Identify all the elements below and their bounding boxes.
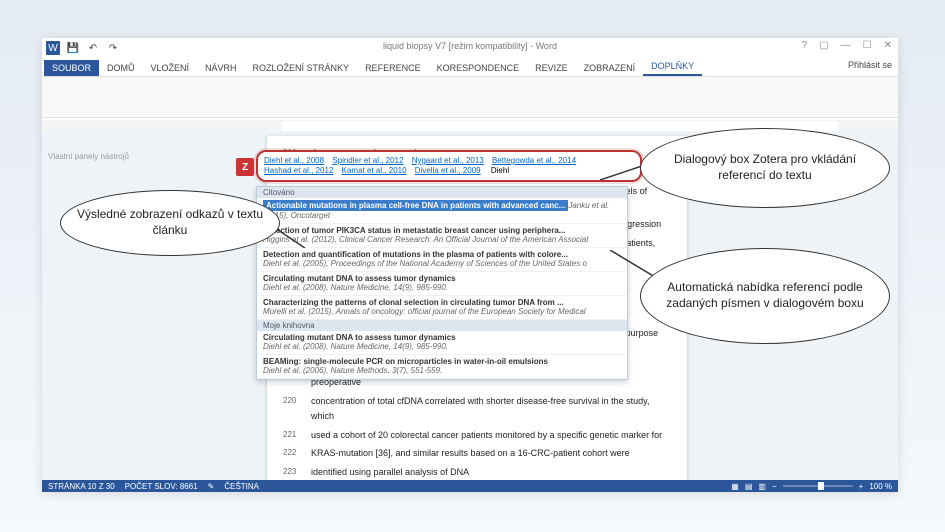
tab-insert[interactable]: VLOŽENÍ — [143, 60, 198, 76]
help-icon[interactable]: ? — [802, 40, 808, 51]
suggestion-sub: Diehl et al. (2008), Nature Medicine, 14… — [263, 342, 448, 351]
suggestion-item[interactable]: Circulating mutant DNA to assess tumor d… — [257, 272, 627, 296]
suggestion-item[interactable]: Detection and quantification of mutation… — [257, 248, 627, 272]
body-text: concentration of total cfDNA correlated … — [311, 396, 650, 421]
tab-home[interactable]: DOMŮ — [99, 60, 143, 76]
status-language[interactable]: ČEŠTINA — [224, 482, 259, 491]
zotero-icon: Z — [236, 158, 254, 176]
status-words[interactable]: POČET SLOV: 8661 — [125, 482, 198, 491]
callout-text: Automatická nabídka referencí podle zada… — [655, 280, 875, 311]
suggestion-sub: Diehl et al. (2006), Nature Methods, 3(7… — [263, 366, 442, 375]
line-number: 221 — [283, 428, 296, 441]
redo-icon[interactable]: ↷ — [106, 41, 120, 55]
status-page[interactable]: STRÁNKA 10 Z 30 — [48, 482, 115, 491]
suggestion-item[interactable]: Circulating mutant DNA to assess tumor d… — [257, 331, 627, 355]
zotero-cites-bubble: Diehl et al., 2008 Spindler et al., 2012… — [264, 156, 634, 176]
minimize-icon[interactable]: — — [841, 40, 851, 51]
title-bar: W 💾 ↶ ↷ liquid biopsy V7 [režim kompatib… — [42, 38, 898, 58]
body-text: used a cohort of 20 colorectal cancer pa… — [311, 430, 662, 440]
suggest-section-library: Moje knihovna — [257, 320, 627, 331]
zoom-value[interactable]: 100 % — [869, 482, 892, 491]
tab-file[interactable]: SOUBOR — [44, 60, 99, 76]
zotero-search-input[interactable] — [489, 165, 525, 176]
suggestion-title: Actionable mutations in plasma cell-free… — [263, 200, 568, 211]
callout-text: Výsledné zobrazení odkazů v textu článku — [75, 207, 265, 238]
tab-page-layout[interactable]: ROZLOŽENÍ STRÁNKY — [245, 60, 358, 76]
callout-text: Dialogový box Zotera pro vkládání refere… — [655, 152, 875, 183]
cite-chip[interactable]: Nygaard et al., 2013 — [412, 156, 484, 165]
suggestion-sub: Diehl et al. (2005), Proceedings of the … — [263, 259, 587, 268]
ribbon-collapse-icon[interactable]: ▢ — [819, 40, 828, 51]
zotero-suggestions: Citováno Actionable mutations in plasma … — [256, 186, 628, 380]
spellcheck-icon[interactable]: ✎ — [208, 482, 215, 491]
panels-caption: Vlastní panely nástrojů — [48, 152, 129, 161]
suggestion-sub: Morelli et al. (2015), Annals of oncolog… — [263, 307, 586, 316]
tab-references[interactable]: REFERENCE — [357, 60, 429, 76]
status-bar: STRÁNKA 10 Z 30 POČET SLOV: 8661 ✎ ČEŠTI… — [42, 480, 898, 492]
line-number: 220 — [283, 394, 296, 407]
body-text: identified using parallel analysis of DN… — [311, 467, 469, 477]
line-number: 222 — [283, 446, 296, 459]
close-icon[interactable]: ✕ — [884, 40, 892, 51]
zoom-out-icon[interactable]: − — [772, 482, 777, 491]
suggestion-item[interactable]: Characterizing the patterns of clonal se… — [257, 296, 627, 320]
save-icon[interactable]: 💾 — [66, 41, 80, 55]
line-number: 223 — [283, 465, 296, 478]
callout-dialog: Dialogový box Zotera pro vkládání refere… — [640, 128, 890, 208]
tab-addins[interactable]: DOPLŇKY — [643, 58, 702, 76]
view-read-icon[interactable]: ▦ — [731, 482, 739, 491]
word-icon: W — [46, 41, 60, 55]
quick-access-toolbar: W 💾 ↶ ↷ — [42, 38, 124, 58]
cite-chip[interactable]: Diehl et al., 2008 — [264, 156, 324, 165]
maximize-icon[interactable]: ☐ — [863, 40, 872, 51]
tab-review[interactable]: REVIZE — [527, 60, 576, 76]
ribbon-tabs: SOUBOR DOMŮ VLOŽENÍ NÁVRH ROZLOŽENÍ STRÁ… — [42, 58, 898, 77]
cite-chip[interactable]: Hashad et al., 2012 — [264, 166, 333, 175]
callout-suggest: Automatická nabídka referencí podle zada… — [640, 248, 890, 344]
cite-chip[interactable]: Kamat et al., 2010 — [342, 166, 407, 175]
suggestion-item[interactable]: Actionable mutations in plasma cell-free… — [257, 198, 627, 224]
view-print-icon[interactable]: ▤ — [745, 482, 753, 491]
tab-view[interactable]: ZOBRAZENÍ — [576, 60, 644, 76]
body-text: KRAS-mutation [36], and similar results … — [311, 448, 630, 458]
zoom-in-icon[interactable]: + — [859, 482, 864, 491]
suggestion-title: Characterizing the patterns of clonal se… — [263, 298, 621, 307]
suggest-section-cited: Citováno — [257, 187, 627, 198]
cite-chip[interactable]: Spindler et al., 2012 — [332, 156, 403, 165]
window-controls: ? ▢ — ☐ ✕ — [802, 40, 892, 51]
tab-design[interactable]: NÁVRH — [197, 60, 245, 76]
suggestion-title: Detection and quantification of mutation… — [263, 250, 621, 259]
callout-result: Výsledné zobrazení odkazů v textu článku — [60, 190, 280, 256]
suggestion-title: BEAMing: single-molecule PCR on micropar… — [263, 357, 621, 366]
cite-chip[interactable]: Bettegowda et al., 2014 — [492, 156, 576, 165]
zotero-citation-dialog[interactable]: Z Diehl et al., 2008 Spindler et al., 20… — [256, 150, 642, 182]
suggestion-sub: Higgins et al. (2012), Clinical Cancer R… — [263, 235, 588, 244]
suggestion-title: Circulating mutant DNA to assess tumor d… — [263, 274, 621, 283]
suggestion-sub: Diehl et al. (2008), Nature Medicine, 14… — [263, 283, 448, 292]
signin-link[interactable]: Přihlásit se — [848, 60, 892, 70]
tab-mailings[interactable]: KORESPONDENCE — [429, 60, 528, 76]
undo-icon[interactable]: ↶ — [86, 41, 100, 55]
view-web-icon[interactable]: ▥ — [758, 482, 766, 491]
suggestion-item[interactable]: Detection of tumor PIK3CA status in meta… — [257, 224, 627, 248]
suggestion-item[interactable]: BEAMing: single-molecule PCR on micropar… — [257, 355, 627, 379]
suggestion-title: Detection of tumor PIK3CA status in meta… — [263, 226, 621, 235]
cite-chip[interactable]: Divella et al., 2009 — [415, 166, 481, 175]
zoom-slider[interactable] — [783, 485, 853, 487]
window-title: liquid biopsy V7 [režim kompatibility] -… — [383, 41, 557, 51]
suggestion-title: Circulating mutant DNA to assess tumor d… — [263, 333, 621, 342]
ribbon-body — [42, 77, 898, 118]
